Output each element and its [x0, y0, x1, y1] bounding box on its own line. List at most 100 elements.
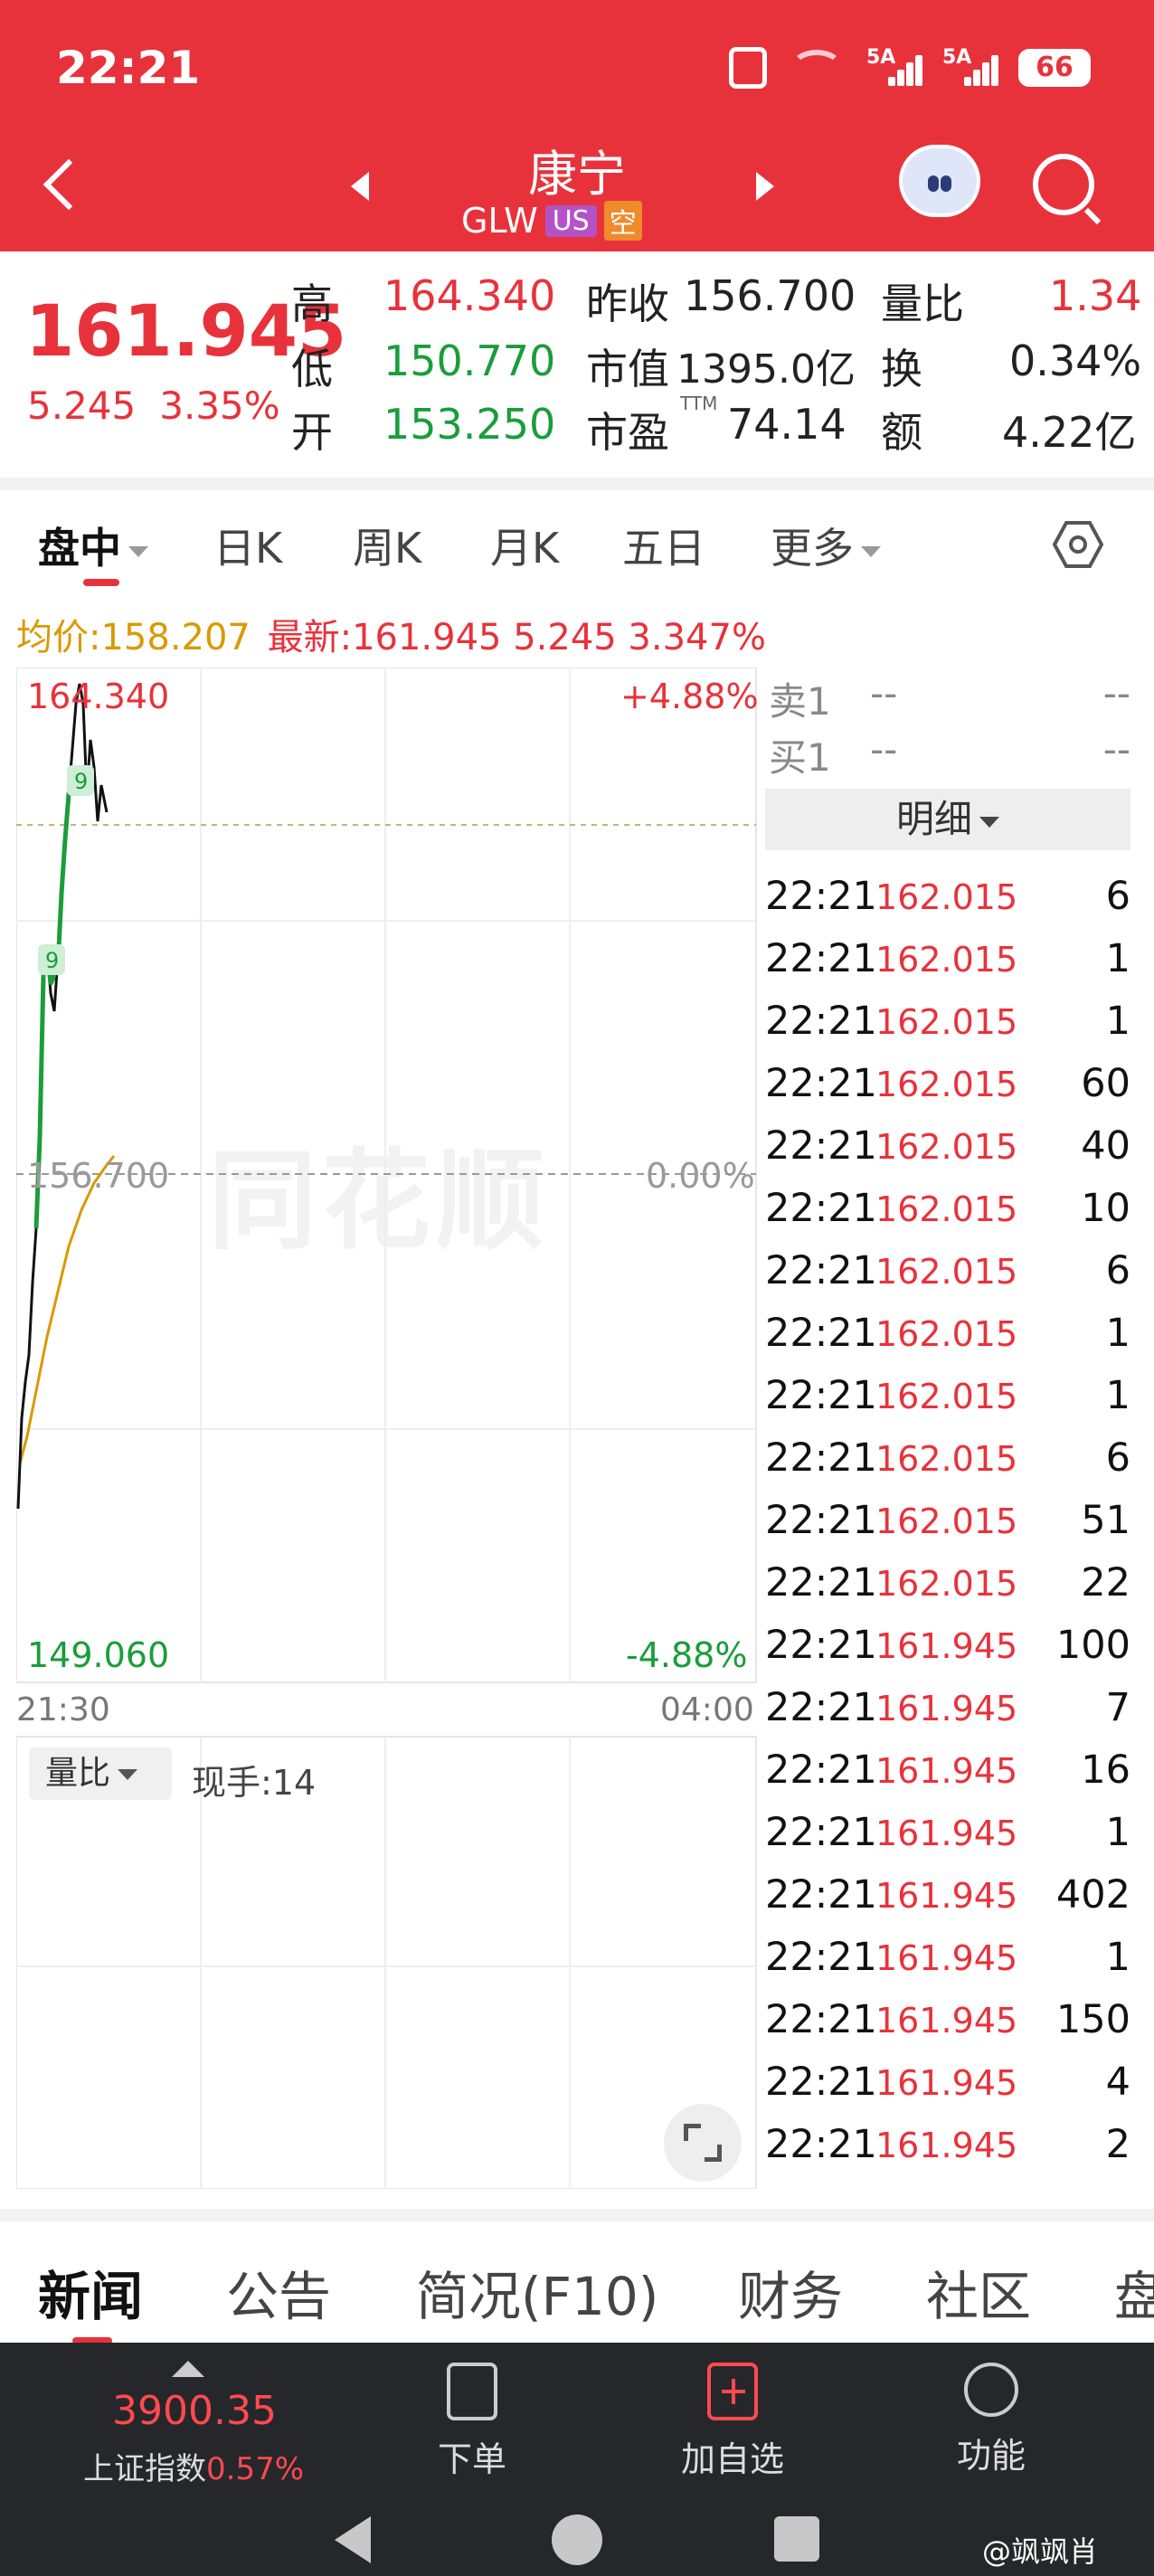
y-top-label: 164.340	[27, 677, 170, 716]
trade-row: 22:21 161.945 2	[765, 2122, 1130, 2167]
trade-row: 22:21 161.945 150	[765, 1997, 1130, 2042]
trade-row: 22:21 162.015 6	[765, 1435, 1130, 1481]
trade-row: 22:21 161.945 402	[765, 1872, 1130, 1918]
turnover-value: 0.34%	[1009, 336, 1142, 385]
add-watchlist-button[interactable]: 加自选	[669, 2363, 796, 2481]
pct-bot-label: -4.88%	[626, 1635, 748, 1675]
nav-back-icon[interactable]	[335, 2516, 371, 2563]
trade-row: 22:21 161.945 7	[765, 1685, 1130, 1730]
prev-close-label: 昨收	[586, 279, 669, 328]
high-value: 164.340	[383, 271, 556, 320]
tab-more-cut[interactable]: 盘	[1114, 2254, 1154, 2330]
tab-daily-k[interactable]: 日K	[213, 516, 282, 575]
tab-five-day[interactable]: 五日	[622, 516, 705, 575]
trade-row: 22:21 161.945 100	[765, 1623, 1130, 1668]
vol-ratio-value: 1.34	[1049, 271, 1142, 320]
trade-row: 22:21 162.015 10	[765, 1186, 1130, 1231]
volume-indicator-select[interactable]: 量比	[29, 1747, 172, 1800]
next-stock-button[interactable]	[756, 172, 774, 201]
tab-intraday[interactable]: 盘中	[38, 516, 148, 575]
tab-announcements[interactable]: 公告	[226, 2254, 331, 2330]
menu-icon	[964, 2363, 1018, 2417]
pe-value: 74.14	[727, 400, 847, 449]
trade-row: 22:21 161.945 1	[765, 1810, 1130, 1855]
tab-profile-f10[interactable]: 简况(F10)	[416, 2254, 658, 2330]
trade-row: 22:21 162.015 6	[765, 874, 1130, 919]
price-change: 5.245 3.35%	[27, 384, 280, 428]
pct-mid-label: 0.00%	[646, 1156, 755, 1196]
trade-row: 22:21 162.015 1	[765, 999, 1130, 1044]
trade-row: 22:21 162.015 60	[765, 1061, 1130, 1106]
vol-ratio-label: 量比	[881, 279, 964, 328]
plus-icon	[707, 2363, 758, 2420]
index-name[interactable]: 上证指数0.57%	[83, 2444, 304, 2488]
tab-community[interactable]: 社区	[926, 2254, 1031, 2330]
low-label: 低	[291, 345, 333, 393]
info-tabs: 新闻 公告 简况(F10) 财务 社区 盘	[0, 2209, 1154, 2344]
tab-monthly-k[interactable]: 月K	[490, 516, 559, 575]
latest-price: 最新:161.945 5.245 3.347%	[267, 617, 766, 658]
trade-row: 22:21 162.015 1	[765, 936, 1130, 981]
status-time: 22:21	[56, 42, 201, 94]
mcap-value: 1395.0亿	[676, 346, 856, 393]
document-icon	[447, 2363, 497, 2420]
robot-assistant-icon[interactable]	[899, 145, 980, 217]
avg-price-line: 均价:158.207 最新:161.945 5.245 3.347%	[16, 608, 766, 660]
source-watermark: @飒飒肖	[982, 2534, 1099, 2569]
change-percent: 3.35%	[159, 384, 280, 428]
tab-more[interactable]: 更多	[771, 516, 881, 575]
index-expand-icon[interactable]	[172, 2361, 204, 2377]
marker-9-top-label: 9	[74, 769, 88, 794]
pct-top-label: +4.88%	[620, 677, 759, 716]
tab-financials[interactable]: 财务	[738, 2254, 843, 2330]
signal-icon-2: 5A	[942, 46, 998, 86]
index-value[interactable]: 3900.35	[112, 2388, 277, 2434]
trade-row: 22:21 162.015 1	[765, 1373, 1130, 1418]
open-label: 开	[291, 408, 333, 457]
intraday-chart[interactable]: 9 9	[16, 668, 758, 2189]
detail-select[interactable]: 明细	[765, 789, 1130, 850]
nav-recents-icon[interactable]	[774, 2516, 819, 2562]
vibrate-icon	[729, 47, 767, 89]
stock-ticker: GLW	[461, 201, 538, 241]
avg-price: 均价:158.207	[16, 617, 251, 658]
bid-1-row: 买1 -- --	[769, 727, 1130, 780]
stock-name: 康宁	[528, 146, 626, 203]
marker-9-icon-top: 9	[67, 765, 94, 796]
nav-home-icon[interactable]	[552, 2514, 602, 2565]
status-icons: 5A 5A 66	[729, 46, 1091, 89]
time-start-label: 21:30	[16, 1691, 110, 1728]
prev-close-value: 156.700	[684, 271, 856, 320]
short-badge: 空	[603, 201, 642, 241]
open-value: 153.250	[383, 400, 556, 449]
high-label: 高	[291, 279, 333, 328]
settings-hex-icon[interactable]	[1053, 519, 1103, 570]
amount-value: 4.22亿	[1002, 408, 1137, 457]
functions-button[interactable]: 功能	[928, 2363, 1055, 2477]
search-icon[interactable]	[1033, 154, 1094, 215]
divider	[0, 478, 1154, 490]
stock-ticker-row: GLW US 空	[461, 201, 642, 241]
trade-row: 22:21 161.945 4	[765, 2060, 1130, 2105]
order-button[interactable]: 下单	[409, 2363, 535, 2481]
pe-ttm: TTM	[680, 393, 718, 414]
turnover-label: 换	[881, 345, 922, 393]
trade-list[interactable]: 22:21 162.015 6 22:21 162.015 1 22:21 162.015…	[765, 850, 1136, 2191]
trade-row: 22:21 162.015 22	[765, 1560, 1130, 1605]
marker-9-label: 9	[45, 948, 59, 973]
time-end-label: 04:00	[660, 1691, 754, 1728]
mcap-label: 市值	[586, 345, 669, 393]
chart-tabs: 盘中 日K 周K 月K 五日 更多	[0, 507, 1154, 593]
tab-weekly-k[interactable]: 周K	[353, 516, 421, 575]
tab-news[interactable]: 新闻	[38, 2254, 143, 2330]
trade-row: 22:21 161.945 1	[765, 1935, 1130, 1980]
app-header: 22:21 5A 5A 66 康宁 GLW US 空	[0, 0, 1154, 251]
ask-1-row: 卖1 -- --	[769, 671, 1130, 724]
fullscreen-icon[interactable]	[664, 2104, 742, 2182]
tab-indicator	[83, 579, 119, 586]
quote-panel: 161.945 5.245 3.35% 高 164.340 低 150.770 开…	[0, 251, 1154, 478]
trade-row: 22:21 162.015 51	[765, 1498, 1130, 1543]
trade-row: 22:21 162.015 1	[765, 1311, 1130, 1356]
market-badge: US	[544, 204, 597, 237]
low-value: 150.770	[383, 336, 556, 385]
